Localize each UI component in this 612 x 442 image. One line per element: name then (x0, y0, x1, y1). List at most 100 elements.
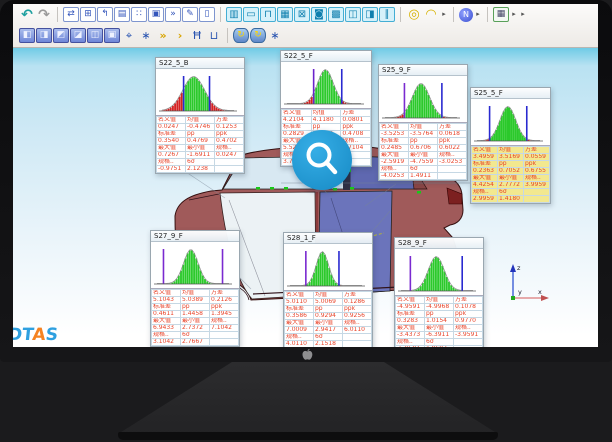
assembly-box-5-icon[interactable]: ◫ (87, 28, 103, 43)
assembly-box-3-icon[interactable]: ◩ (53, 28, 69, 43)
panel-title[interactable]: S22_5_B (156, 58, 244, 69)
table-view-icon[interactable]: ⊓ (260, 7, 276, 22)
stat-label: 规格.. (343, 320, 372, 327)
zoom-button[interactable] (292, 130, 352, 190)
stats-table: 名义值均值方差-3.5253-3.57640.0618标准差ppppk0.248… (379, 123, 467, 180)
node-network-icon[interactable]: ∗ (267, 28, 283, 43)
stat-label: 最大值 (152, 318, 181, 325)
logo-letter: S (45, 325, 59, 345)
stat-label: 标准差 (380, 138, 409, 145)
assembly-box-6-icon[interactable]: ▣ (104, 28, 120, 43)
stat-label: 方差 (341, 110, 371, 117)
measurement-panel[interactable]: S25_9_F 名义值均值方差-3.5253-3.57640.0618标准差ppp… (378, 64, 468, 181)
parallel-planes-icon[interactable]: ∥ (379, 7, 395, 22)
stat-label: ppk (438, 138, 467, 145)
export-document-icon[interactable]: ⇄ (63, 7, 79, 22)
vector-chevron-2-icon[interactable]: › (172, 28, 188, 43)
stat-value: 0.0247 (157, 124, 186, 131)
toolbar-group: ◧◨◩◪◫▣⌖∗»›Ħ⊔ (19, 28, 222, 43)
panel-title[interactable]: S22_5_F (281, 51, 371, 62)
stat-value (343, 341, 372, 348)
stat-value: 2.9417 (314, 327, 343, 334)
navigation-sphere-icon[interactable]: N (459, 8, 473, 22)
panel-title[interactable]: S25_9_F (379, 65, 467, 76)
stat-value: 4.4254 (472, 182, 498, 189)
stat-value: 5.0069 (314, 299, 343, 306)
compare-documents-icon[interactable]: ∷ (131, 7, 147, 22)
stat-value: 1.4180 (498, 196, 524, 203)
stat-value: 2.1238 (186, 166, 215, 173)
add-document-icon[interactable]: ⊞ (80, 7, 96, 22)
edit-document-icon[interactable]: ✎ (182, 7, 198, 22)
stat-value: 2.7372 (181, 325, 210, 332)
measurement-panel[interactable]: S25_5_F 名义值均值方差3.49593.51690.0559标准差ppppk… (470, 87, 551, 204)
grid-surface-icon[interactable]: ▩ (328, 7, 344, 22)
stat-value: 0.9770 (454, 318, 483, 325)
stat-value: 5.0389 (181, 297, 210, 304)
stat-label: ppk (343, 306, 372, 313)
stat-label: 规格.. (285, 334, 314, 341)
measurement-panel[interactable]: S28_1_F名义值均值方差5.01105.00690.1286标准差ppppk… (283, 232, 373, 347)
dotted-surface-icon[interactable]: ▦ (277, 7, 293, 22)
flip-page-icon[interactable]: ◨ (362, 7, 378, 22)
import-model-icon[interactable]: ↰ (97, 7, 113, 22)
sphere-dropdown-icon[interactable]: ▸ (474, 7, 482, 22)
stat-label: 规格.. (157, 159, 186, 166)
assembly-box-1-icon[interactable]: ◧ (19, 28, 35, 43)
columns-view-icon[interactable]: ▥ (226, 7, 242, 22)
stat-label: ppk (341, 124, 371, 131)
stat-label: ppk (215, 131, 244, 138)
stat-value: 3.4959 (472, 154, 498, 161)
panel-title[interactable]: S25_5_F (471, 88, 550, 99)
board-dropdown-icon[interactable]: ▸ (510, 7, 518, 22)
stat-label: 规格.. (454, 325, 483, 332)
clamp-tool-icon[interactable]: ◫ (345, 7, 361, 22)
stats-table: 名义值均值方差3.49593.51690.0559标准差ppppk0.23630… (471, 146, 550, 203)
stat-label: 均值 (186, 117, 215, 124)
stat-value: -6.3911 (425, 332, 454, 339)
assembly-box-2-icon[interactable]: ◨ (36, 28, 52, 43)
redo-icon[interactable]: ↷ (36, 7, 52, 22)
whiteboard-icon[interactable]: ▦ (493, 7, 509, 22)
panel-title[interactable]: S28_1_F (284, 233, 372, 244)
assembly-bench-icon[interactable]: ⊔ (206, 28, 222, 43)
panel-title[interactable]: S28_9_F (395, 238, 483, 249)
axis-triad: z y x (503, 258, 553, 306)
device-document-icon[interactable]: ▯ (199, 7, 215, 22)
stat-label: 标准差 (282, 124, 312, 131)
stat-value: 2.7667 (181, 339, 210, 346)
measurement-panel[interactable]: S22_5_B名义值均值方差0.0247-0.47460.1253标准差pppp… (155, 57, 245, 174)
assembly-box-4-icon[interactable]: ◪ (70, 28, 86, 43)
report-document-icon[interactable]: ▤ (114, 7, 130, 22)
window-view-icon[interactable]: ▭ (243, 7, 259, 22)
stat-label: 最小值 (498, 175, 524, 182)
stat-value: 0.4769 (186, 138, 215, 145)
locate-pin-icon[interactable]: ⌖ (121, 28, 137, 43)
rotate-hub-icon[interactable]: ∗ (138, 28, 154, 43)
measurement-panel[interactable]: S27_9_F名义值均值方差5.10435.03890.2126标准差ppppk… (150, 230, 240, 347)
cylinder-rotate-2-icon[interactable]: ↻ (250, 28, 266, 43)
histogram-chart (284, 244, 372, 291)
stat-label: pp (425, 311, 454, 318)
measure-dropdown-icon[interactable]: ▸ (440, 7, 448, 22)
angle-measure-icon[interactable]: ◠ (423, 7, 439, 22)
cross-surface-icon[interactable]: ⊠ (294, 7, 310, 22)
panel-title[interactable]: S27_9_F (151, 231, 239, 242)
overflow-dropdown-icon[interactable]: ▸ (519, 7, 527, 22)
cylinder-rotate-1-icon[interactable]: ↻ (233, 28, 249, 43)
copy-document-icon[interactable]: ▣ (148, 7, 164, 22)
measurement-panel[interactable]: S28_9_F名义值均值方差-4.9591-4.99680.1078标准差ppp… (394, 237, 484, 347)
stat-label: 方差 (343, 292, 372, 299)
toolbar-separator (220, 7, 221, 22)
stat-label: 方差 (210, 290, 239, 297)
stat-value: 5.1043 (152, 297, 181, 304)
target-measure-icon[interactable]: ◎ (406, 7, 422, 22)
stat-label: pp (181, 304, 210, 311)
forward-document-icon[interactable]: » (165, 7, 181, 22)
h-dimension-icon[interactable]: Ħ (189, 28, 205, 43)
stat-label (524, 189, 550, 196)
stat-value (215, 166, 244, 173)
circle-surface-icon[interactable]: ◙ (311, 7, 327, 22)
vector-chevron-1-icon[interactable]: » (155, 28, 171, 43)
undo-icon[interactable]: ↶ (19, 7, 35, 22)
